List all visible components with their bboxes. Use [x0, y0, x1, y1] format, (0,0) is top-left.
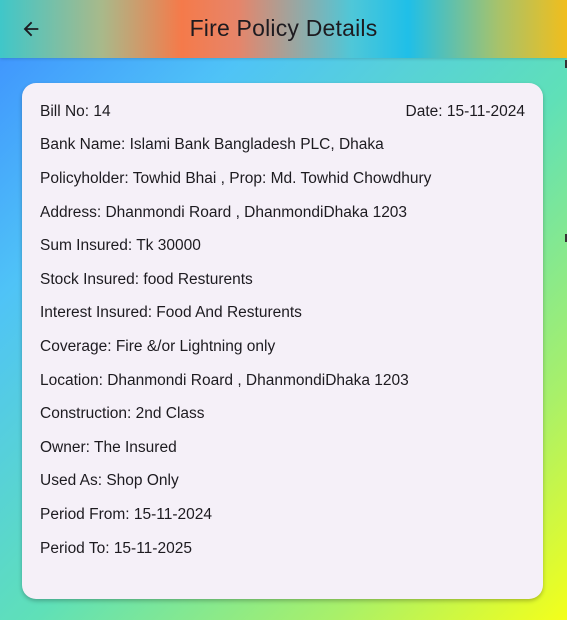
arrow-left-icon: [23, 21, 39, 37]
used-as: Used As: Shop Only: [40, 472, 179, 489]
app-bar: Fire Policy Details: [0, 0, 567, 58]
owner: Owner: The Insured: [40, 439, 177, 456]
policy-details-card: Bill No: 14 Date: 15-11-2024 Bank Name: …: [22, 83, 543, 599]
address: Address: Dhanmondi Roard , DhanmondiDhak…: [40, 204, 408, 221]
page-title: Fire Policy Details: [189, 15, 378, 41]
coverage: Coverage: Fire &/or Lightning only: [40, 338, 276, 355]
bill-number: Bill No: 14: [40, 103, 111, 120]
back-button[interactable]: [12, 10, 50, 48]
bank-name: Bank Name: Islami Bank Bangladesh PLC, D…: [40, 136, 384, 153]
policyholder: Policyholder: Towhid Bhai , Prop: Md. To…: [40, 170, 432, 187]
period-to: Period To: 15-11-2025: [40, 540, 192, 557]
policy-date: Date: 15-11-2024: [405, 103, 526, 120]
construction: Construction: 2nd Class: [40, 405, 205, 422]
location: Location: Dhanmondi Roard , DhanmondiDha…: [40, 372, 409, 389]
interest-insured: Interest Insured: Food And Resturents: [40, 304, 302, 321]
stock-insured: Stock Insured: food Resturents: [40, 271, 253, 288]
sum-insured: Sum Insured: Tk 30000: [40, 237, 201, 254]
period-from: Period From: 15-11-2024: [40, 506, 213, 523]
